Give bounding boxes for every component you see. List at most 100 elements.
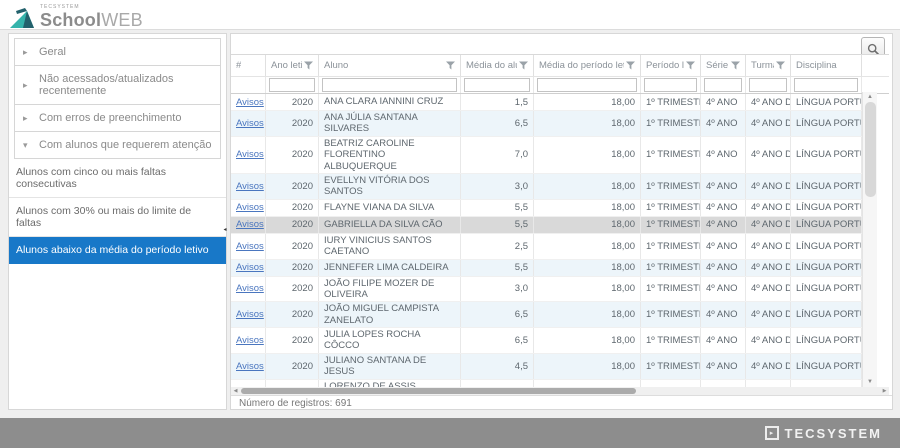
horizontal-scrollbar-thumb[interactable] (241, 388, 636, 394)
avisos-link[interactable]: Avisos (236, 309, 264, 320)
filter-input-media_aluno[interactable] (464, 78, 530, 92)
column-header-serie[interactable]: Série (701, 55, 746, 76)
filter-cell-disciplina (791, 77, 862, 93)
avisos-link[interactable]: Avisos (236, 181, 264, 192)
table-row[interactable]: Avisos2020ANA CLARA IANNINI CRUZ1,518,00… (231, 94, 862, 111)
sidebar-item[interactable]: Alunos com cinco ou mais faltas consecut… (9, 159, 226, 198)
column-header-periodo[interactable]: Período letivo (641, 55, 701, 76)
cell-media_periodo: 18,00 (534, 200, 641, 216)
cell-disciplina: LÍNGUA PORTUGUESA (791, 111, 862, 136)
record-count-label: Número de registros: 691 (239, 398, 352, 409)
filter-icon[interactable] (446, 61, 455, 70)
cell-disciplina: LÍNGUA PORTUGUESA (791, 277, 862, 302)
sidebar-item[interactable]: Alunos com 30% ou mais do limite de falt… (9, 198, 226, 237)
scroll-right-icon[interactable]: ▶ (880, 387, 889, 395)
brand-schoolweb: SchoolWEB (40, 11, 143, 29)
table-row[interactable]: Avisos2020FLAYNE VIANA DA SILVA5,518,001… (231, 200, 862, 217)
table-row[interactable]: Avisos2020ANA JÚLIA SANTANA SILVARES6,51… (231, 111, 862, 137)
grid-filter-row (231, 76, 889, 94)
avisos-link[interactable]: Avisos (236, 262, 264, 273)
sidebar-item[interactable]: Alunos abaixo da média do período letivo (9, 237, 226, 264)
cell-disciplina: LÍNGUA PORTUGUESA (791, 380, 862, 387)
cell-turma: 4º ANO D2 (746, 174, 791, 199)
column-header-label: Série (706, 60, 728, 71)
filter-icon[interactable] (304, 61, 313, 70)
cell-media_aluno: 5,5 (461, 200, 534, 216)
cell-ano: 2020 (266, 217, 319, 233)
table-row[interactable]: Avisos2020JULIANO SANTANA DE JESUS4,518,… (231, 354, 862, 380)
cell-media_aluno: 2,5 (461, 234, 534, 259)
schoolweb-logo: TECSYSTEM SchoolWEB (10, 5, 143, 29)
vertical-scrollbar[interactable]: ▲ ▼ (862, 92, 877, 387)
column-header-ano[interactable]: Ano letivo (266, 55, 319, 76)
avisos-link[interactable]: Avisos (236, 118, 264, 129)
sidebar-group-expanded[interactable]: ▾Com alunos que requerem atenção (14, 131, 221, 159)
tecsystem-logo: ▸ TECSYSTEM (765, 418, 882, 448)
sidebar-item-label: Geral (39, 46, 66, 58)
table-row[interactable]: Avisos2020LORENZO DE ASSIS OLIVEIRA3,018… (231, 380, 862, 387)
avisos-link[interactable]: Avisos (236, 97, 264, 108)
cell-avisos: Avisos (231, 380, 266, 387)
column-header-avisos[interactable]: # (231, 55, 266, 76)
avisos-link[interactable]: Avisos (236, 219, 264, 230)
avisos-link[interactable]: Avisos (236, 335, 264, 346)
filter-input-aluno[interactable] (322, 78, 457, 92)
column-header-label: Média do aluno (466, 60, 517, 71)
column-header-turma[interactable]: Turma (746, 55, 791, 76)
cell-avisos: Avisos (231, 260, 266, 276)
cell-periodo: 1º TRIMESTRE (641, 94, 701, 110)
avisos-link[interactable]: Avisos (236, 361, 264, 372)
column-header-label: Turma (751, 60, 774, 71)
column-header-media_periodo[interactable]: Média do período letivo (534, 55, 641, 76)
cell-aluno: IURY VINICIUS SANTOS CAETANO (319, 234, 461, 259)
horizontal-scrollbar[interactable]: ◀ ▶ (231, 387, 889, 395)
table-row[interactable]: Avisos2020JULIA LOPES ROCHA CÔCCO6,518,0… (231, 328, 862, 354)
sidebar-collapse-handle[interactable]: ◂ (221, 221, 229, 237)
filter-icon[interactable] (776, 61, 785, 70)
vertical-scrollbar-thumb[interactable] (865, 102, 876, 197)
sidebar-group-collapsed[interactable]: ▸Com erros de preenchimento (14, 104, 221, 132)
cell-media_periodo: 18,00 (534, 354, 641, 379)
filter-input-serie[interactable] (704, 78, 742, 92)
avisos-link[interactable]: Avisos (236, 283, 264, 294)
scroll-left-icon[interactable]: ◀ (231, 387, 240, 395)
cell-media_periodo: 18,00 (534, 380, 641, 387)
column-header-aluno[interactable]: Aluno (319, 55, 461, 76)
sidebar-item-label: Alunos com 30% ou mais do limite de falt… (16, 205, 191, 229)
column-header-label: # (236, 60, 241, 71)
table-row[interactable]: Avisos2020GABRIELLA DA SILVA CÃO5,518,00… (231, 217, 862, 234)
filter-input-turma[interactable] (749, 78, 787, 92)
app-window: TECSYSTEM SchoolWEB ▸Geral▸Não acessados… (0, 0, 900, 448)
column-header-media_aluno[interactable]: Média do aluno (461, 55, 534, 76)
filter-input-periodo[interactable] (644, 78, 697, 92)
table-row[interactable]: Avisos2020JOÃO MIGUEL CAMPISTA ZANELATO6… (231, 302, 862, 328)
sidebar: ▸Geral▸Não acessados/atualizados recente… (8, 33, 227, 410)
table-row[interactable]: Avisos2020IURY VINICIUS SANTOS CAETANO2,… (231, 234, 862, 260)
cell-media_aluno: 5,5 (461, 260, 534, 276)
scroll-up-icon[interactable]: ▲ (863, 92, 877, 102)
avisos-link[interactable]: Avisos (236, 202, 264, 213)
chevron-right-icon: ▸ (23, 113, 30, 124)
footer-brand-text: TECSYSTEM (785, 426, 882, 441)
table-row[interactable]: Avisos2020JENNEFER LIMA CALDEIRA5,518,00… (231, 260, 862, 277)
column-header-label: Período letivo (646, 60, 684, 71)
avisos-link[interactable]: Avisos (236, 149, 264, 160)
table-row[interactable]: Avisos2020BEATRIZ CAROLINE FLORENTINO AL… (231, 137, 862, 174)
cell-ano: 2020 (266, 200, 319, 216)
table-row[interactable]: Avisos2020JOÃO FILIPE MOZER DE OLIVEIRA3… (231, 277, 862, 303)
cell-periodo: 1º TRIMESTRE (641, 111, 701, 136)
scroll-down-icon[interactable]: ▼ (863, 377, 877, 387)
filter-icon[interactable] (686, 61, 695, 70)
filter-icon[interactable] (626, 61, 635, 70)
sidebar-group-collapsed[interactable]: ▸Não acessados/atualizados recentemente (14, 65, 221, 105)
sidebar-group-collapsed[interactable]: ▸Geral (14, 38, 221, 66)
filter-input-ano[interactable] (269, 78, 315, 92)
filter-icon[interactable] (519, 61, 528, 70)
column-header-disciplina[interactable]: Disciplina (791, 55, 862, 76)
table-row[interactable]: Avisos2020EVELLYN VITÓRIA DOS SANTOS3,01… (231, 174, 862, 200)
filter-input-disciplina[interactable] (794, 78, 858, 92)
avisos-link[interactable]: Avisos (236, 241, 264, 252)
filter-icon[interactable] (731, 61, 740, 70)
filter-input-media_periodo[interactable] (537, 78, 637, 92)
cell-media_periodo: 18,00 (534, 328, 641, 353)
